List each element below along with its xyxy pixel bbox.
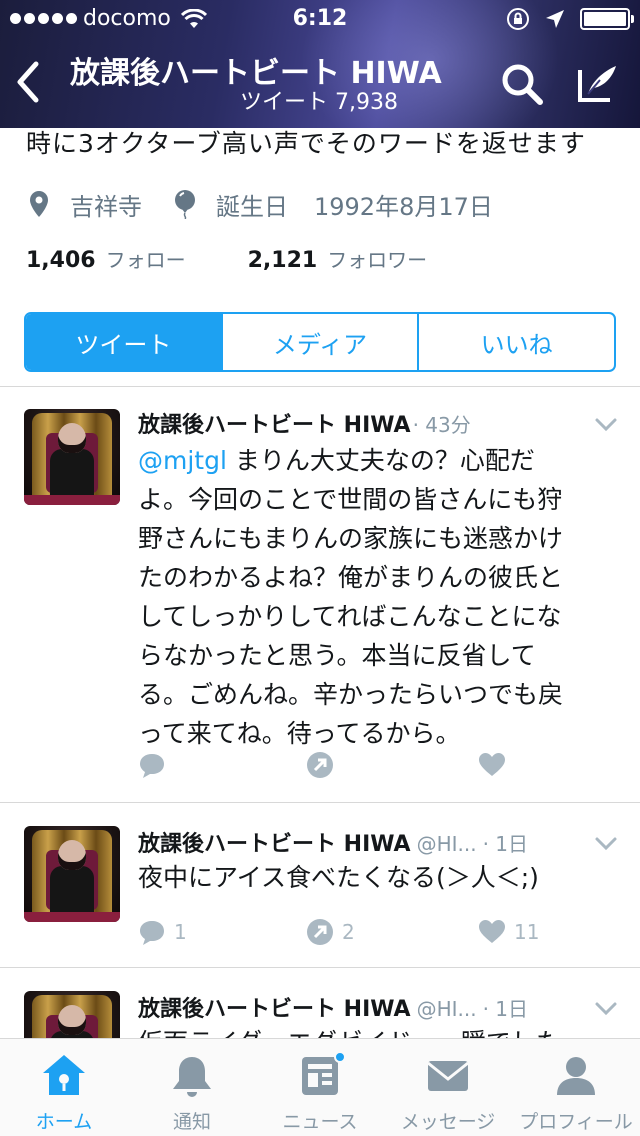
tab-home[interactable]: ホーム: [0, 1039, 128, 1136]
mention-link[interactable]: @mjtgl: [138, 446, 227, 475]
tweet-time: · 1日: [482, 997, 529, 1021]
following-count[interactable]: 1,406: [26, 248, 96, 273]
avatar[interactable]: [24, 826, 120, 922]
tab-likes[interactable]: いいね: [417, 314, 614, 370]
profile-tabs: ツイート メディア いいね: [24, 312, 616, 372]
home-icon: [43, 1055, 85, 1095]
tweet-handle: @HI...: [416, 832, 477, 856]
avatar[interactable]: [24, 409, 120, 505]
back-button[interactable]: [10, 60, 50, 104]
reply-count: 1: [174, 920, 187, 944]
tab-media[interactable]: メディア: [220, 314, 418, 370]
tweet[interactable]: 放課後ハートビート HIWA @HI... · 1日 仮面ライダーエグゼイド、一…: [0, 969, 640, 1038]
tweet-text: 仮面ライダーエグゼイド、一瞬でした: [138, 1023, 618, 1038]
bell-icon: [173, 1057, 211, 1097]
search-icon[interactable]: [498, 60, 546, 108]
tab-messages[interactable]: メッセージ: [384, 1039, 512, 1136]
heart-icon: [479, 920, 505, 943]
tweet-author-name[interactable]: 放課後ハートビート HIWA: [138, 991, 411, 1023]
heart-icon: [479, 753, 505, 776]
location-arrow-icon: [546, 10, 564, 28]
tweet-text: @mjtgl まりん大丈夫なの？心配だ よ。今回のことで世間の皆さんにも狩 野さ…: [138, 446, 564, 748]
tab-tweets[interactable]: ツイート: [26, 314, 221, 370]
follow-stats: 1,406 フォロー 2,121 フォロワー: [26, 244, 427, 273]
tweet-handle: @HI...: [416, 997, 477, 1021]
retweet-button[interactable]: 2: [306, 918, 355, 946]
tab-news[interactable]: ニュース: [256, 1039, 384, 1136]
tab-profile-label: プロフィール: [519, 1111, 633, 1133]
retweet-icon: [307, 919, 333, 945]
tweet-time: · 43分: [412, 413, 471, 437]
profile-location: 吉祥寺: [70, 192, 142, 221]
reply-icon: [140, 754, 164, 778]
tweet-actions: [138, 751, 558, 779]
like-button[interactable]: 11: [478, 918, 539, 946]
reply-icon: [140, 921, 164, 945]
battery-icon: [580, 8, 634, 30]
tab-notifications[interactable]: 通知: [128, 1039, 256, 1136]
tweet-actions: 1 2 11: [138, 918, 558, 946]
tab-messages-label: メッセージ: [400, 1111, 496, 1133]
reply-button[interactable]: [138, 751, 166, 779]
profile-header: docomo 6:12 放課後ハートビート HIWA ツイート 7,938: [0, 0, 640, 128]
tab-home-label: ホーム: [35, 1111, 93, 1133]
profile-bio: 時に3オクターブ高い声でそのワードを返せます: [26, 129, 586, 158]
person-icon: [557, 1057, 595, 1095]
tweet-count: ツイート 7,938: [240, 90, 398, 115]
chevron-down-icon[interactable]: [594, 1001, 618, 1017]
rotation-lock-icon: [507, 8, 529, 30]
tweet-author-name[interactable]: 放課後ハートビート HIWA: [138, 407, 411, 439]
like-button[interactable]: [478, 751, 506, 779]
retweet-icon: [307, 752, 333, 778]
tweet-time: · 1日: [482, 832, 529, 856]
chevron-down-icon[interactable]: [594, 417, 618, 433]
retweet-button[interactable]: [306, 751, 334, 779]
followers-count[interactable]: 2,121: [248, 248, 318, 273]
birthday-date: 1992年8月17日: [314, 192, 493, 221]
tab-notifications-label: 通知: [172, 1111, 211, 1133]
balloon-icon: [175, 190, 195, 219]
reply-button[interactable]: 1: [138, 918, 187, 946]
tab-profile[interactable]: プロフィール: [512, 1039, 640, 1136]
tweet[interactable]: 放課後ハートビート HIWA @HI... · 1日 夜中にアイス食べたくなる(…: [0, 804, 640, 968]
compose-tweet-icon[interactable]: [572, 60, 620, 108]
birthday-label: 誕生日: [216, 192, 288, 221]
status-bar: docomo 6:12: [0, 0, 640, 40]
tweet-author-name[interactable]: 放課後ハートビート HIWA: [138, 826, 411, 858]
tweet[interactable]: 放課後ハートビート HIWA · 43分 @mjtgl まりん大丈夫なの？心配だ…: [0, 387, 640, 803]
news-badge: [334, 1051, 346, 1063]
tab-news-label: ニュース: [282, 1111, 358, 1133]
following-label[interactable]: フォロー: [106, 244, 186, 273]
location-pin-icon: [30, 191, 48, 217]
tweet-text: 夜中にアイス食べたくなる(＞人＜;): [138, 863, 539, 892]
tab-bar: ホーム 通知 ニュース メッセージ プロフィール: [0, 1038, 640, 1136]
like-count: 11: [514, 920, 540, 944]
chevron-down-icon[interactable]: [594, 836, 618, 852]
profile-meta: 吉祥寺 誕生日 1992年8月17日: [26, 186, 493, 222]
followers-label[interactable]: フォロワー: [327, 244, 427, 273]
avatar[interactable]: [24, 991, 120, 1038]
retweet-count: 2: [342, 920, 355, 944]
envelope-icon: [427, 1061, 469, 1091]
